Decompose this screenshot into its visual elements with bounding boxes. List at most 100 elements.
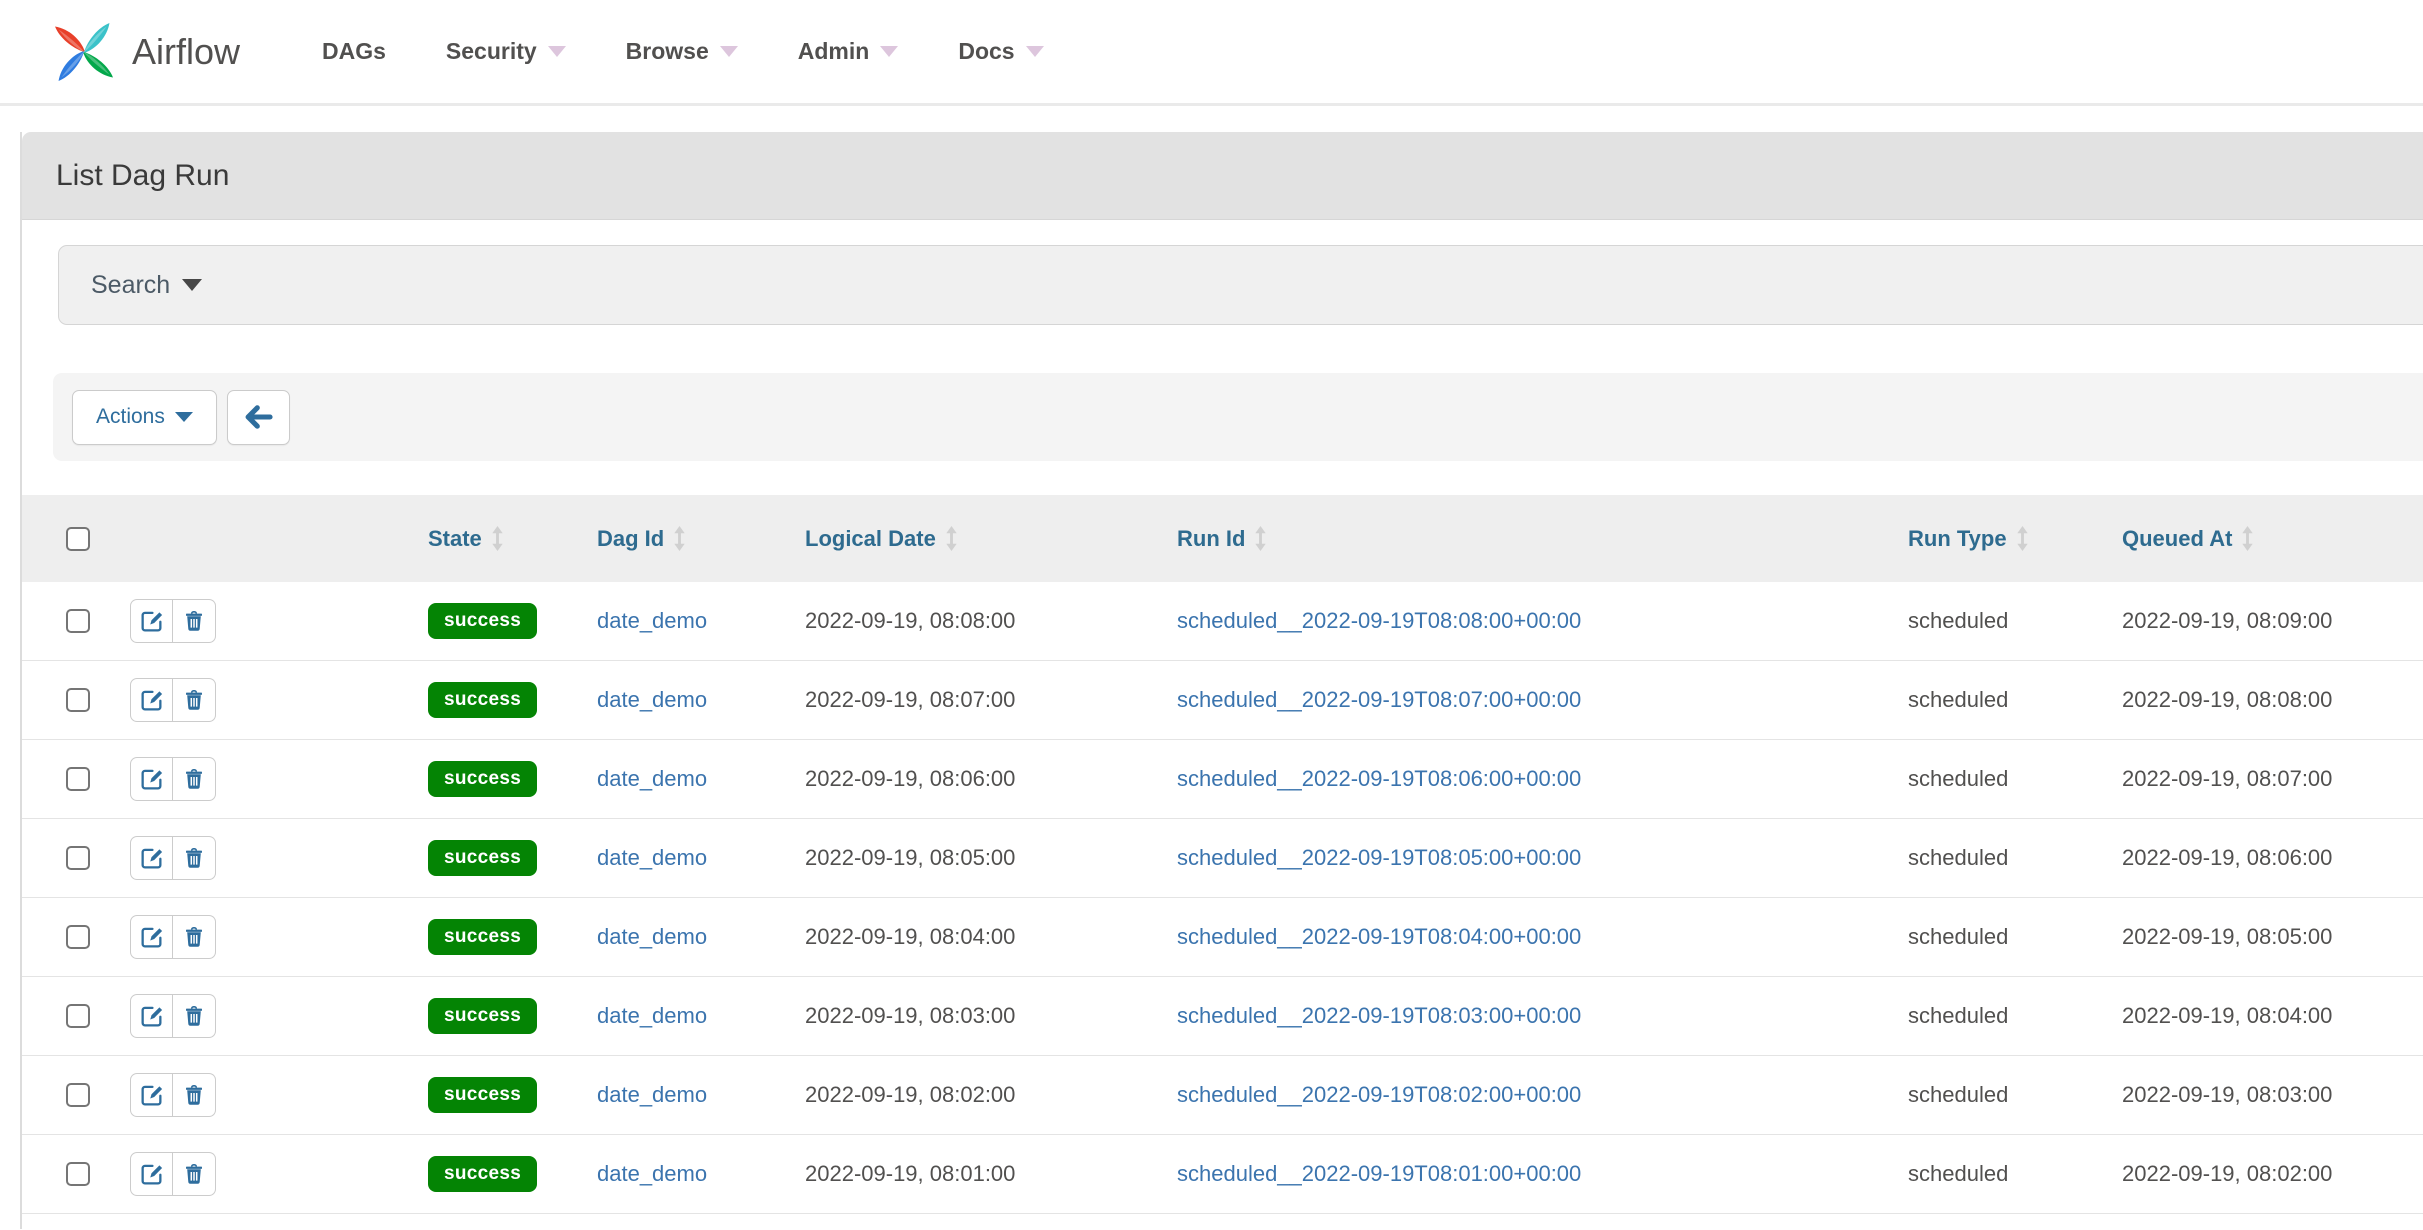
edit-button[interactable] <box>130 599 173 643</box>
row-checkbox[interactable] <box>66 846 90 870</box>
delete-button[interactable] <box>173 994 216 1038</box>
edit-icon <box>139 1162 164 1187</box>
trash-icon <box>182 1083 206 1107</box>
dag-id-link[interactable]: date_demo <box>597 687 707 713</box>
row-checkbox[interactable] <box>66 925 90 949</box>
airflow-brand-link[interactable]: Airflow <box>44 9 240 95</box>
trash-icon <box>182 846 206 870</box>
dag-id-link[interactable]: date_demo <box>597 1082 707 1108</box>
row-action-buttons <box>130 994 216 1038</box>
delete-button[interactable] <box>173 1152 216 1196</box>
sort-icon <box>945 525 958 552</box>
run-id-link[interactable]: scheduled__2022-09-19T08:04:00+00:00 <box>1177 924 1581 950</box>
page-title: List Dag Run <box>56 159 229 193</box>
back-button[interactable] <box>227 390 290 445</box>
row-checkbox[interactable] <box>66 1004 90 1028</box>
state-badge: success <box>428 840 537 876</box>
sort-icon <box>2241 525 2254 552</box>
logical-date-cell: 2022-09-19, 08:05:00 <box>805 819 1015 897</box>
select-all-checkbox[interactable] <box>66 527 90 551</box>
dag-id-link[interactable]: date_demo <box>597 1003 707 1029</box>
state-badge: success <box>428 998 537 1034</box>
queued-at-cell: 2022-09-19, 08:04:00 <box>2122 977 2332 1055</box>
dag-id-link[interactable]: date_demo <box>597 766 707 792</box>
run-id-link[interactable]: scheduled__2022-09-19T08:03:00+00:00 <box>1177 1003 1581 1029</box>
actions-button[interactable]: Actions <box>72 390 217 445</box>
logical-date-cell: 2022-09-19, 08:06:00 <box>805 740 1015 818</box>
logical-date-cell: 2022-09-19, 08:07:00 <box>805 661 1015 739</box>
table-row: success date_demo 2022-09-19, 08:06:00 s… <box>22 740 2423 819</box>
nav-item-browse[interactable]: Browse <box>626 38 738 65</box>
edit-button[interactable] <box>130 1152 173 1196</box>
logical-date-cell: 2022-09-19, 08:04:00 <box>805 898 1015 976</box>
table-body: success date_demo 2022-09-19, 08:08:00 s… <box>22 582 2423 1214</box>
table-row: success date_demo 2022-09-19, 08:05:00 s… <box>22 819 2423 898</box>
nav-item-docs[interactable]: Docs <box>958 38 1043 65</box>
column-header-run_type[interactable]: Run Type <box>1908 495 2029 582</box>
edit-button[interactable] <box>130 836 173 880</box>
edit-button[interactable] <box>130 757 173 801</box>
edit-button[interactable] <box>130 678 173 722</box>
delete-button[interactable] <box>173 1073 216 1117</box>
run-id-link[interactable]: scheduled__2022-09-19T08:08:00+00:00 <box>1177 608 1581 634</box>
run-id-link[interactable]: scheduled__2022-09-19T08:05:00+00:00 <box>1177 845 1581 871</box>
column-header-state[interactable]: State <box>428 495 504 582</box>
run-type-cell: scheduled <box>1908 1056 2008 1134</box>
delete-button[interactable] <box>173 599 216 643</box>
run-id-link[interactable]: scheduled__2022-09-19T08:06:00+00:00 <box>1177 766 1581 792</box>
nav-item-admin[interactable]: Admin <box>798 38 899 65</box>
edit-icon <box>139 609 164 634</box>
delete-button[interactable] <box>173 678 216 722</box>
row-checkbox[interactable] <box>66 1083 90 1107</box>
delete-button[interactable] <box>173 836 216 880</box>
dag-id-link[interactable]: date_demo <box>597 924 707 950</box>
table-row: success date_demo 2022-09-19, 08:04:00 s… <box>22 898 2423 977</box>
run-id-link[interactable]: scheduled__2022-09-19T08:01:00+00:00 <box>1177 1161 1581 1187</box>
row-checkbox[interactable] <box>66 609 90 633</box>
table-header-row: State Dag Id Logical Date Run Id <box>22 495 2423 582</box>
run-id-link[interactable]: scheduled__2022-09-19T08:02:00+00:00 <box>1177 1082 1581 1108</box>
nav-item-dags[interactable]: DAGs <box>322 38 386 65</box>
search-label: Search <box>91 271 170 300</box>
row-checkbox[interactable] <box>66 767 90 791</box>
row-checkbox[interactable] <box>66 1162 90 1186</box>
trash-icon <box>182 609 206 633</box>
column-header-run_id[interactable]: Run Id <box>1177 495 1267 582</box>
run-type-cell: scheduled <box>1908 582 2008 660</box>
column-header-dag_id[interactable]: Dag Id <box>597 495 686 582</box>
dag-id-link[interactable]: date_demo <box>597 1161 707 1187</box>
queued-at-cell: 2022-09-19, 08:05:00 <box>2122 898 2332 976</box>
state-badge: success <box>428 603 537 639</box>
arrow-left-icon <box>241 400 275 434</box>
airflow-logo-icon <box>44 9 124 95</box>
actions-toolbar: Actions <box>53 373 2423 461</box>
logical-date-cell: 2022-09-19, 08:02:00 <box>805 1056 1015 1134</box>
chevron-down-icon <box>182 279 202 291</box>
run-id-link[interactable]: scheduled__2022-09-19T08:07:00+00:00 <box>1177 687 1581 713</box>
row-action-buttons <box>130 915 216 959</box>
nav-item-security[interactable]: Security <box>446 38 566 65</box>
table-row: success date_demo 2022-09-19, 08:07:00 s… <box>22 661 2423 740</box>
state-badge: success <box>428 682 537 718</box>
edit-button[interactable] <box>130 994 173 1038</box>
column-header-logical_date[interactable]: Logical Date <box>805 495 958 582</box>
panel-body: Search Actions State Dag <box>22 220 2423 1229</box>
run-type-cell: scheduled <box>1908 740 2008 818</box>
search-accordion-toggle[interactable]: Search <box>58 245 2423 325</box>
table-row: success date_demo 2022-09-19, 08:02:00 s… <box>22 1056 2423 1135</box>
column-header-queued_at[interactable]: Queued At <box>2122 495 2254 582</box>
chevron-down-icon <box>548 46 566 57</box>
edit-button[interactable] <box>130 1073 173 1117</box>
run-type-cell: scheduled <box>1908 661 2008 739</box>
edit-button[interactable] <box>130 915 173 959</box>
queued-at-cell: 2022-09-19, 08:08:00 <box>2122 661 2332 739</box>
delete-button[interactable] <box>173 757 216 801</box>
row-checkbox[interactable] <box>66 688 90 712</box>
row-action-buttons <box>130 836 216 880</box>
panel-heading: List Dag Run <box>22 132 2423 220</box>
delete-button[interactable] <box>173 915 216 959</box>
chevron-down-icon <box>1026 46 1044 57</box>
dag-id-link[interactable]: date_demo <box>597 845 707 871</box>
dag-id-link[interactable]: date_demo <box>597 608 707 634</box>
logical-date-cell: 2022-09-19, 08:01:00 <box>805 1135 1015 1213</box>
